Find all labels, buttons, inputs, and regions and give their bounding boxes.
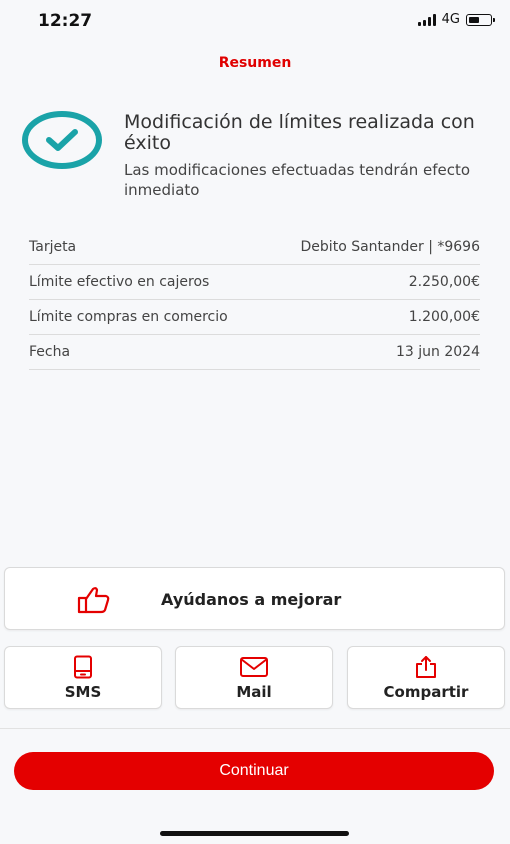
success-subtitle: Las modificaciones efectuadas tendrán ef…: [124, 161, 471, 199]
status-indicators: 4G: [417, 12, 495, 27]
page-title: Resumen: [218, 55, 292, 71]
continue-button[interactable]: Continuar: [14, 752, 494, 790]
network-type: 4G: [441, 12, 460, 27]
feedback-button[interactable]: Ayúdanos a mejorar: [4, 567, 505, 630]
summary-label: Fecha: [29, 344, 71, 360]
mail-label: Mail: [236, 682, 272, 701]
home-indicator[interactable]: [160, 831, 349, 836]
sms-label: SMS: [64, 682, 102, 701]
mail-icon: [239, 655, 269, 679]
summary-label: Límite efectivo en cajeros: [29, 274, 210, 290]
summary-row-purchase-limit: Límite compras en comercio 1.200,00€: [29, 300, 480, 335]
check-circle-icon: [22, 111, 102, 173]
summary-label: Límite compras en comercio: [29, 309, 228, 325]
summary-value: 2.250,00€: [408, 274, 480, 290]
mail-button[interactable]: Mail: [175, 646, 333, 709]
thumbs-up-icon: [77, 586, 111, 618]
share-icon: [414, 655, 438, 679]
summary-value: 13 jun 2024: [396, 344, 480, 360]
summary-value: Debito Santander | *9696: [300, 239, 480, 255]
status-time: 12:27: [38, 11, 93, 31]
summary-value: 1.200,00€: [408, 309, 480, 325]
share-label: Compartir: [383, 682, 469, 701]
phone-icon: [73, 655, 93, 679]
status-bar: 12:27 4G: [0, 0, 510, 44]
share-button[interactable]: Compartir: [347, 646, 505, 709]
summary-label: Tarjeta: [29, 239, 77, 255]
feedback-label: Ayúdanos a mejorar: [161, 590, 342, 609]
summary-row-cash-limit: Límite efectivo en cajeros 2.250,00€: [29, 265, 480, 300]
divider: [0, 728, 510, 729]
battery-icon: [466, 13, 495, 26]
summary-row-card: Tarjeta Debito Santander | *9696: [29, 230, 480, 265]
success-title: Modificación de límites realizada con éx…: [124, 111, 475, 154]
sms-button[interactable]: SMS: [4, 646, 162, 709]
signal-icon: [417, 13, 436, 26]
summary-table: Tarjeta Debito Santander | *9696 Límite …: [29, 230, 480, 370]
summary-row-date: Fecha 13 jun 2024: [29, 335, 480, 370]
